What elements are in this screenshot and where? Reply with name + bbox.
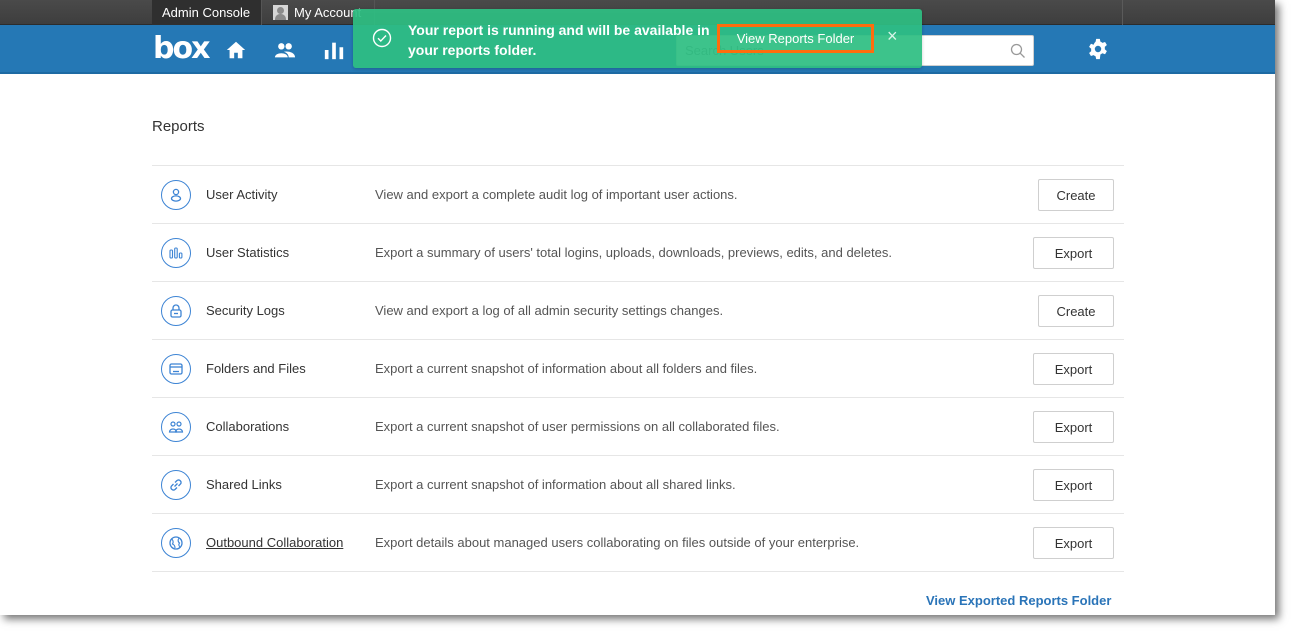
tab-my-account-label: My Account xyxy=(294,5,362,20)
report-description: Export a current snapshot of information… xyxy=(375,361,758,376)
report-description: Export a summary of users' total logins,… xyxy=(375,245,892,260)
report-name: Security Logs xyxy=(206,303,285,318)
create-button[interactable]: Create xyxy=(1038,179,1114,211)
reports-list: User Activity View and export a complete… xyxy=(152,165,1124,572)
report-name: Shared Links xyxy=(206,477,282,492)
search-icon[interactable] xyxy=(1010,43,1026,59)
create-button[interactable]: Create xyxy=(1038,295,1114,327)
report-name: Folders and Files xyxy=(206,361,306,376)
report-name: User Statistics xyxy=(206,245,290,260)
tab-admin-console[interactable]: Admin Console xyxy=(152,0,262,25)
home-icon[interactable] xyxy=(225,39,247,61)
settings-gear-icon[interactable] xyxy=(1087,38,1109,60)
close-icon[interactable]: × xyxy=(887,27,898,45)
view-exported-reports-folder-link[interactable]: View Exported Reports Folder xyxy=(926,593,1111,608)
report-running-toast: Your report is running and will be avail… xyxy=(353,9,922,68)
outbound-collaboration-link[interactable]: Outbound Collaboration xyxy=(206,535,343,550)
report-row-user-statistics: User Statistics Export a summary of user… xyxy=(152,224,1124,282)
toast-message: Your report is running and will be avail… xyxy=(408,22,710,58)
export-button[interactable]: Export xyxy=(1033,469,1114,501)
box-logo[interactable]: box xyxy=(153,34,210,64)
report-description: View and export a log of all admin secur… xyxy=(375,303,724,318)
report-row-collaborations: Collaborations Export a current snapshot… xyxy=(152,398,1124,456)
report-row-folders-and-files: Folders and Files Export a current snaps… xyxy=(152,340,1124,398)
report-description: View and export a complete audit log of … xyxy=(375,187,738,202)
report-row-shared-links: Shared Links Export a current snapshot o… xyxy=(152,456,1124,514)
folder-icon xyxy=(161,354,191,384)
report-description: Export a current snapshot of user permis… xyxy=(375,419,780,434)
globe-icon xyxy=(161,528,191,558)
app-window: Admin Console My Account box Search User… xyxy=(0,0,1275,615)
user-icon xyxy=(161,180,191,210)
export-button[interactable]: Export xyxy=(1033,527,1114,559)
export-button[interactable]: Export xyxy=(1033,411,1114,443)
report-row-user-activity: User Activity View and export a complete… xyxy=(152,166,1124,224)
report-row-security-logs: Security Logs View and export a log of a… xyxy=(152,282,1124,340)
lock-icon xyxy=(161,296,191,326)
tab-admin-console-label: Admin Console xyxy=(162,5,251,20)
export-button[interactable]: Export xyxy=(1033,237,1114,269)
report-name: User Activity xyxy=(206,187,278,202)
report-name: Collaborations xyxy=(206,419,290,434)
collaborators-icon xyxy=(161,412,191,442)
check-circle-icon xyxy=(372,28,392,48)
users-icon[interactable] xyxy=(274,39,296,61)
link-icon xyxy=(161,470,191,500)
report-description: Export details about managed users colla… xyxy=(375,535,860,550)
reports-bar-chart-icon[interactable] xyxy=(323,39,345,61)
page-title: Reports xyxy=(152,118,205,135)
view-reports-folder-button[interactable]: View Reports Folder xyxy=(717,24,874,53)
export-button[interactable]: Export xyxy=(1033,353,1114,385)
report-description: Export a current snapshot of information… xyxy=(375,477,736,492)
statistics-icon xyxy=(161,238,191,268)
tab-divider xyxy=(1122,0,1123,25)
report-row-outbound-collaboration: Outbound Collaboration Export details ab… xyxy=(152,514,1124,572)
avatar-icon xyxy=(273,5,288,20)
